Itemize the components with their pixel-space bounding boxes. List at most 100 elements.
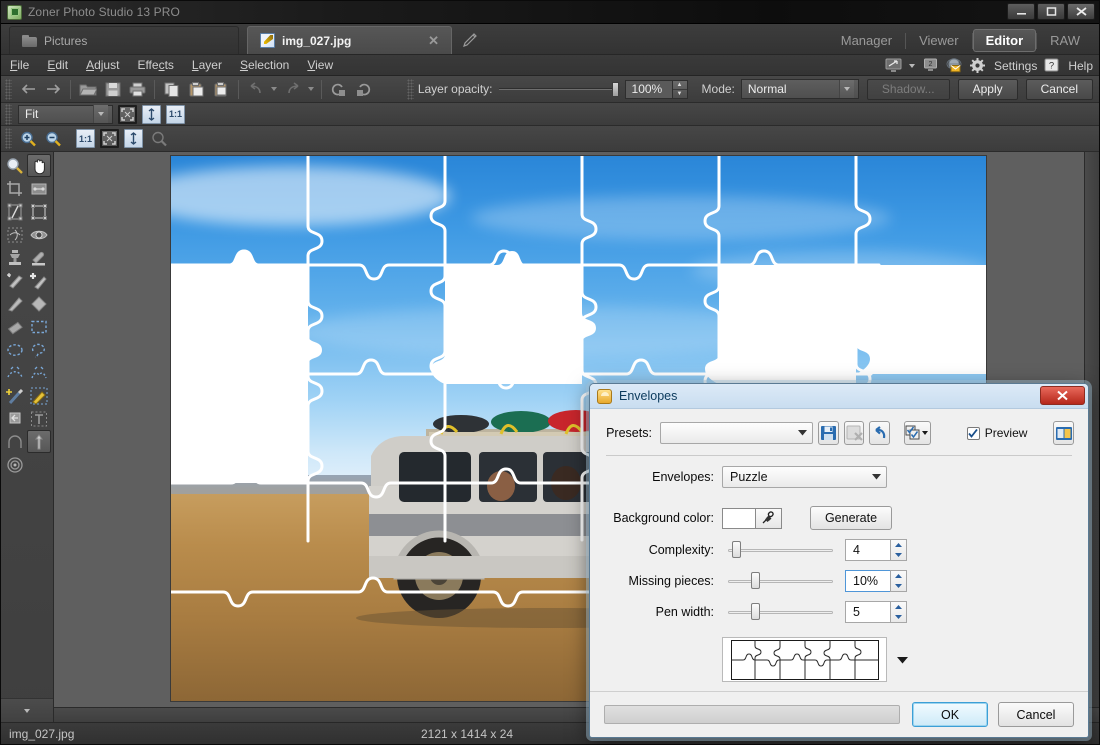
shadow-button[interactable]: Shadow... xyxy=(866,78,950,100)
monitor-icon[interactable] xyxy=(885,58,902,73)
pen-width-value[interactable]: 5 xyxy=(845,601,890,623)
missing-pieces-slider[interactable] xyxy=(728,571,833,591)
smooth-tool[interactable] xyxy=(27,246,51,269)
toolbar-grip[interactable] xyxy=(5,78,12,100)
minimize-button[interactable] xyxy=(1007,3,1035,20)
magic-select-tool[interactable] xyxy=(3,361,27,384)
menu-layer[interactable]: Layer xyxy=(183,56,231,74)
paste-icon[interactable] xyxy=(184,78,209,101)
gear-icon[interactable] xyxy=(969,58,987,73)
straighten-tool[interactable] xyxy=(3,200,27,223)
layer-opacity-stepper[interactable]: ▲ ▼ xyxy=(672,79,688,99)
rotate-left-icon[interactable] xyxy=(326,78,351,101)
menu-view[interactable]: View xyxy=(298,56,342,74)
fit-page-icon[interactable] xyxy=(118,104,137,124)
save-preset-icon[interactable] xyxy=(818,421,839,445)
tab-pictures[interactable]: Pictures xyxy=(9,26,239,54)
paint-brush-tool[interactable] xyxy=(27,384,51,407)
maximize-button[interactable] xyxy=(1037,3,1065,20)
layer-opacity-slider[interactable] xyxy=(498,81,619,98)
dialog-close-button[interactable] xyxy=(1040,386,1085,405)
one-to-one-zoom-button[interactable]: 1:1 xyxy=(166,104,185,124)
mode-editor[interactable]: Editor xyxy=(972,29,1037,52)
layer-opacity-value[interactable]: 100% xyxy=(624,79,673,99)
tab-img-027[interactable]: img_027.jpg ✕ xyxy=(247,26,452,54)
retouch-tool[interactable] xyxy=(3,269,27,292)
pattern-preview[interactable] xyxy=(722,637,887,682)
ellipse-select-tool[interactable] xyxy=(3,338,27,361)
envelopes-select[interactable]: Puzzle xyxy=(722,466,887,488)
one-to-one-zoom-button-2[interactable]: 1:1 xyxy=(76,129,95,148)
fill-tool[interactable] xyxy=(3,407,27,430)
lasso-select-tool[interactable] xyxy=(27,338,51,361)
preview-checkbox[interactable] xyxy=(966,426,980,440)
menu-effects[interactable]: Effects xyxy=(128,56,182,74)
rotate-right-icon[interactable] xyxy=(351,78,376,101)
magic-wand-tool[interactable] xyxy=(3,384,27,407)
print-icon[interactable] xyxy=(125,78,150,101)
complexity-slider[interactable] xyxy=(728,540,833,560)
fit-page-icon-2[interactable] xyxy=(100,129,119,148)
save-icon[interactable] xyxy=(100,78,125,101)
undo-dropdown-icon[interactable] xyxy=(268,78,280,101)
ok-button[interactable]: OK xyxy=(912,702,988,727)
new-editor-tab-icon[interactable] xyxy=(456,26,484,54)
tab-close-icon[interactable]: ✕ xyxy=(428,33,439,49)
presets-select[interactable] xyxy=(659,422,814,444)
zoom-toolbar-grip[interactable] xyxy=(5,103,12,125)
pen-width-stepper[interactable] xyxy=(890,601,907,623)
duplicate-icon[interactable] xyxy=(209,78,234,101)
perspective-tool[interactable] xyxy=(27,177,51,200)
gradient-tool[interactable] xyxy=(27,430,51,453)
chevron-down-icon[interactable] xyxy=(897,653,908,667)
menu-selection[interactable]: Selection xyxy=(231,56,298,74)
question-icon[interactable]: ? xyxy=(1044,58,1061,73)
redo-dropdown-icon[interactable] xyxy=(305,78,317,101)
menu-file[interactable]: File xyxy=(1,56,38,74)
preset-options-icon[interactable] xyxy=(904,421,931,445)
apply-button[interactable]: Apply xyxy=(957,78,1018,100)
menu-edit[interactable]: Edit xyxy=(38,56,77,74)
monitor-2-icon[interactable]: 2 xyxy=(922,58,939,73)
shape-tool[interactable] xyxy=(3,430,27,453)
rect-select-tool[interactable] xyxy=(27,315,51,338)
zoom-toolbar2-grip[interactable] xyxy=(5,128,12,149)
mode-manager[interactable]: Manager xyxy=(828,29,905,52)
smudge-tool[interactable] xyxy=(27,292,51,315)
refine-select-tool[interactable] xyxy=(27,361,51,384)
blend-mode-select[interactable]: Normal xyxy=(740,79,859,99)
help-label[interactable]: Help xyxy=(1068,59,1093,73)
background-color-picker[interactable] xyxy=(722,507,782,529)
open-icon[interactable] xyxy=(75,78,100,101)
transform-tool[interactable] xyxy=(27,200,51,223)
layer-controls-grip[interactable] xyxy=(406,78,414,100)
crop-tool[interactable] xyxy=(3,177,27,200)
generate-button[interactable]: Generate xyxy=(810,506,892,530)
split-view-icon[interactable] xyxy=(1053,421,1074,445)
magnifier-tool[interactable] xyxy=(3,154,27,177)
background-color-swatch[interactable] xyxy=(722,507,756,529)
close-button[interactable] xyxy=(1067,3,1095,20)
eyedropper-icon[interactable] xyxy=(756,507,782,529)
forward-icon[interactable] xyxy=(41,78,66,101)
missing-pieces-stepper[interactable] xyxy=(890,570,907,592)
copy-icon[interactable] xyxy=(159,78,184,101)
reset-preset-icon[interactable] xyxy=(869,421,891,445)
complexity-value[interactable]: 4 xyxy=(845,539,890,561)
fit-height-icon[interactable] xyxy=(142,104,161,124)
effects-tool[interactable] xyxy=(3,453,27,476)
chevron-down-icon[interactable] xyxy=(908,63,915,68)
back-icon[interactable] xyxy=(16,78,41,101)
redo-icon[interactable] xyxy=(280,78,305,101)
eraser-tool[interactable] xyxy=(3,315,27,338)
delete-preset-icon[interactable] xyxy=(843,421,865,445)
mail-globe-icon[interactable] xyxy=(946,58,963,73)
mode-viewer[interactable]: Viewer xyxy=(906,29,972,52)
missing-pieces-value[interactable]: 10% xyxy=(845,570,890,592)
dialog-cancel-button[interactable]: Cancel xyxy=(998,702,1074,727)
blur-tool[interactable] xyxy=(3,292,27,315)
undo-icon[interactable] xyxy=(243,78,268,101)
fit-height-icon-2[interactable] xyxy=(124,129,143,148)
text-tool[interactable] xyxy=(27,407,51,430)
zoom-in-icon[interactable] xyxy=(16,127,41,150)
